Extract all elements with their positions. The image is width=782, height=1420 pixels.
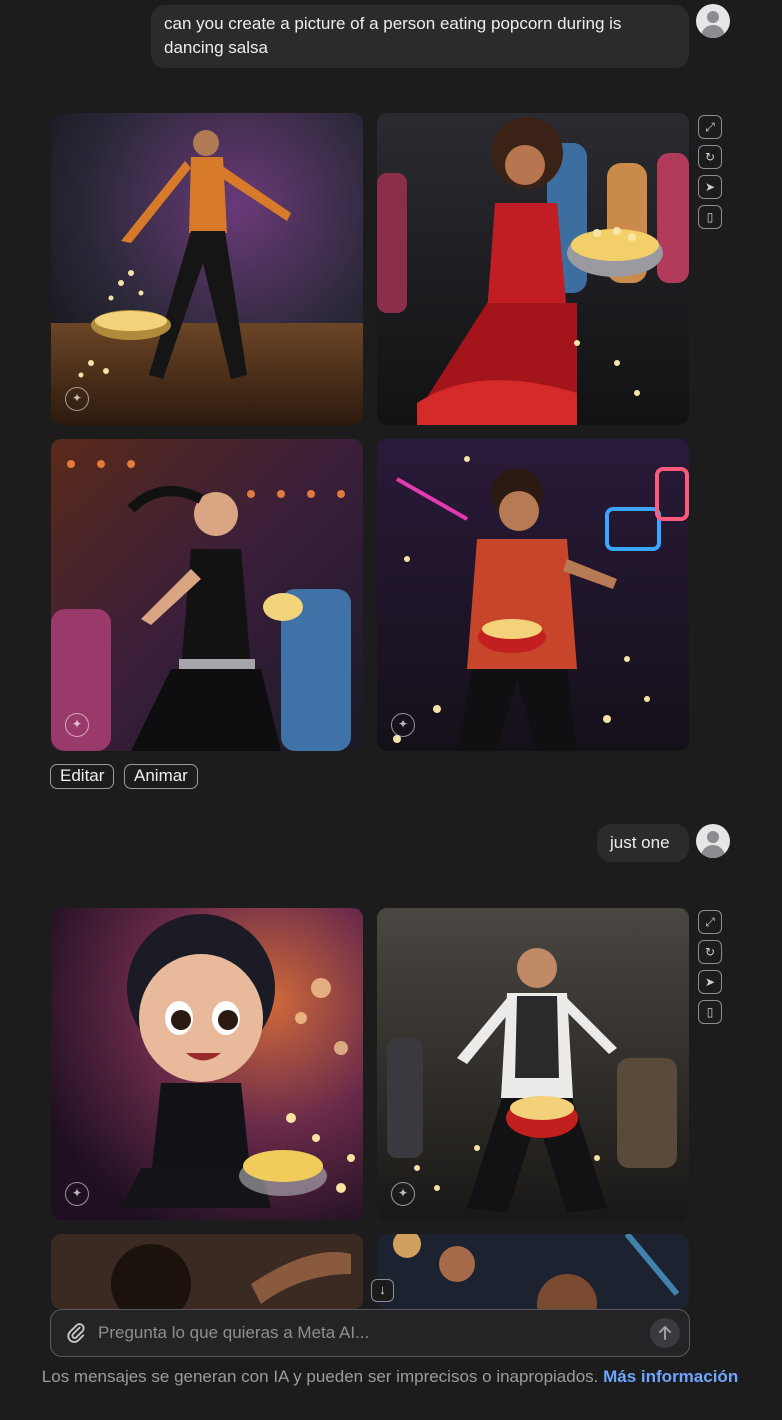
animate-button[interactable]: Animar — [124, 764, 198, 789]
message-composer — [50, 1309, 690, 1357]
share-icon[interactable]: ➤ — [698, 175, 722, 199]
share-icon[interactable]: ➤ — [698, 970, 722, 994]
save-icon[interactable]: ▯ — [698, 1000, 722, 1024]
send-button[interactable] — [650, 1318, 680, 1348]
watermark-icon: ✦ — [391, 1182, 415, 1206]
watermark-icon: ✦ — [65, 387, 89, 411]
watermark-icon: ✦ — [65, 713, 89, 737]
edit-button[interactable]: Editar — [50, 764, 115, 789]
generated-image-7[interactable] — [51, 1234, 363, 1309]
expand-icon[interactable]: ⤢ — [698, 115, 722, 139]
arrow-up-icon — [659, 1325, 671, 1340]
user-message-text: can you create a picture of a person eat… — [164, 14, 622, 57]
regenerate-icon[interactable]: ↻ — [698, 940, 722, 964]
regenerate-icon[interactable]: ↻ — [698, 145, 722, 169]
disclaimer-text: Los mensajes se generan con IA y pueden … — [41, 1367, 599, 1386]
expand-icon[interactable]: ⤢ — [698, 910, 722, 934]
user-message-bubble: can you create a picture of a person eat… — [151, 5, 689, 68]
generated-image-8[interactable] — [377, 1234, 689, 1309]
attach-icon[interactable] — [65, 1322, 87, 1344]
scroll-down-button[interactable]: ↓ — [371, 1279, 394, 1302]
generated-image-2[interactable] — [377, 113, 689, 425]
generated-image-1[interactable]: ✦ — [51, 113, 363, 425]
generated-image-6[interactable]: ✦ — [377, 908, 689, 1220]
more-info-link[interactable]: Más información — [603, 1367, 738, 1386]
watermark-icon: ✦ — [65, 1182, 89, 1206]
message-input[interactable] — [98, 1320, 638, 1346]
user-message-bubble: just one — [597, 824, 689, 862]
user-message-text: just one — [610, 833, 670, 852]
generated-image-4[interactable]: ✦ — [377, 439, 689, 751]
watermark-icon: ✦ — [391, 713, 415, 737]
generated-image-5[interactable]: ✦ — [51, 908, 363, 1220]
disclaimer: Los mensajes se generan con IA y pueden … — [40, 1366, 740, 1388]
user-avatar[interactable] — [696, 824, 730, 858]
generated-image-3[interactable]: ✦ — [51, 439, 363, 751]
save-icon[interactable]: ▯ — [698, 205, 722, 229]
user-avatar[interactable] — [696, 4, 730, 38]
